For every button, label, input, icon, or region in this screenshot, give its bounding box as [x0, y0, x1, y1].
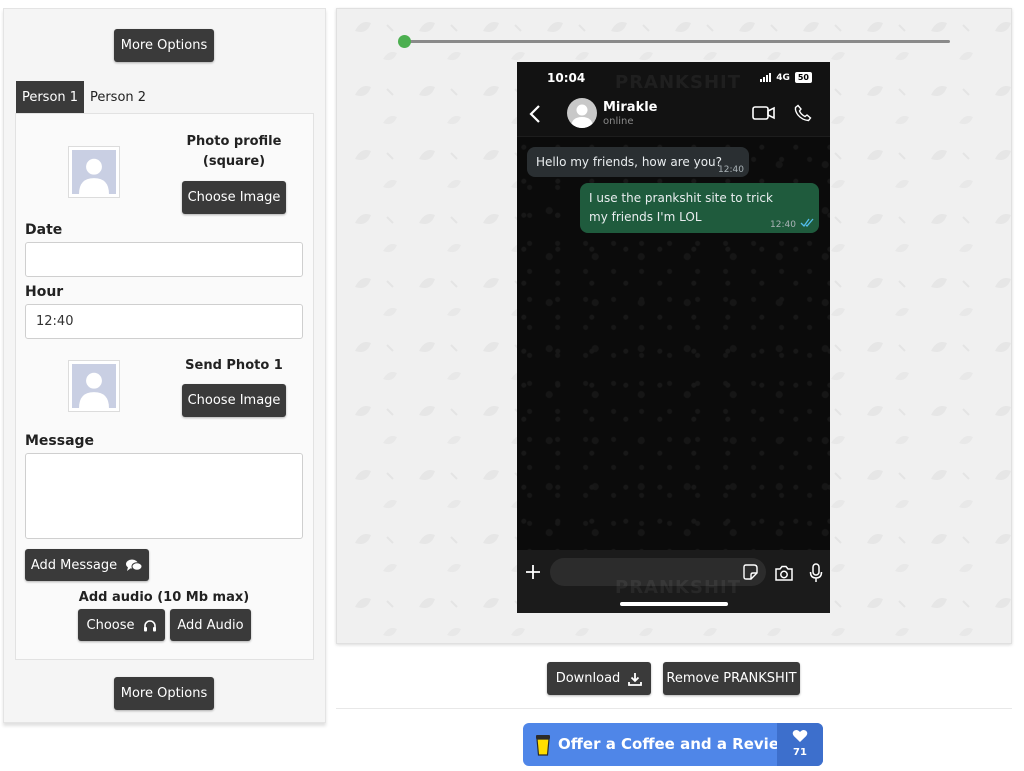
- date-input[interactable]: [25, 242, 303, 277]
- network-type: 4G: [776, 72, 790, 83]
- divider: [336, 708, 1012, 709]
- home-indicator: [620, 602, 728, 606]
- status-time: 10:04: [547, 71, 586, 85]
- download-button[interactable]: Download: [547, 662, 651, 695]
- date-label: Date: [25, 222, 63, 238]
- more-options-button-bottom[interactable]: More Options: [114, 677, 214, 710]
- phone-call-icon[interactable]: [794, 104, 812, 122]
- signal-icon: [760, 73, 772, 82]
- choose-send-photo-button[interactable]: Choose Image: [182, 384, 286, 417]
- message-label: Message: [25, 433, 95, 449]
- headphones-icon: [143, 619, 156, 631]
- choose-audio-button[interactable]: Choose: [78, 609, 165, 641]
- outgoing-message-time: 12:40: [770, 220, 796, 230]
- remove-watermark-button[interactable]: Remove PRANKSHIT: [663, 662, 800, 695]
- hour-label: Hour: [25, 284, 64, 300]
- microphone-icon[interactable]: [809, 563, 823, 583]
- outgoing-message: I use the prankshit site to trick my fri…: [580, 183, 819, 233]
- choose-profile-image-button[interactable]: Choose Image: [182, 181, 286, 214]
- heart-icon: [792, 729, 808, 742]
- double-check-icon: [800, 218, 814, 227]
- incoming-message: Hello my friends, how are you? 12:40: [527, 147, 749, 177]
- tab-person-2[interactable]: Person 2: [84, 81, 152, 114]
- offer-coffee-label: Offer a Coffee and a Review: [558, 735, 793, 753]
- download-label: Download: [555, 671, 621, 686]
- hour-input[interactable]: 12:40: [25, 304, 303, 339]
- phone-preview: 10:04 4G 50 Mirakle online Hello my frie…: [517, 62, 830, 613]
- plus-icon[interactable]: [525, 564, 541, 580]
- add-audio-label: Add audio (10 Mb max): [78, 590, 250, 605]
- chat-area: Hello my friends, how are you? 12:40 I u…: [517, 137, 830, 550]
- send-photo-label: Send Photo 1: [185, 358, 283, 373]
- tab-person-1[interactable]: Person 1: [16, 81, 84, 114]
- status-icons: 4G 50: [760, 72, 812, 83]
- contact-status: online: [603, 116, 634, 127]
- incoming-message-text: Hello my friends, how are you?: [536, 155, 723, 169]
- photo-profile-label: Photo profile (square): [186, 134, 282, 169]
- watermark-bottom: PRANKSHIT: [615, 577, 741, 598]
- chat-header: Mirakle online: [517, 92, 830, 137]
- add-message-button[interactable]: Add Message: [25, 549, 149, 581]
- offer-coffee-button[interactable]: Offer a Coffee and a Review 71: [523, 723, 823, 766]
- profile-photo-preview: [68, 146, 120, 198]
- incoming-message-time: 12:40: [718, 165, 744, 175]
- review-count: 71: [793, 747, 807, 758]
- more-options-button-top[interactable]: More Options: [114, 29, 214, 62]
- camera-icon[interactable]: [774, 565, 794, 581]
- timeline-slider-handle[interactable]: [398, 35, 411, 48]
- message-textarea[interactable]: [25, 453, 303, 539]
- chat-bubbles-icon: [126, 559, 143, 571]
- contact-name: Mirakle: [603, 100, 658, 115]
- add-audio-button[interactable]: Add Audio: [170, 609, 251, 641]
- user-silhouette-icon: [79, 158, 109, 194]
- sticker-icon[interactable]: [742, 564, 758, 580]
- battery-icon: 50: [794, 72, 812, 83]
- contact-avatar[interactable]: [567, 98, 597, 128]
- user-silhouette-icon: [571, 104, 593, 128]
- coffee-cup-icon: [536, 735, 550, 756]
- download-icon: [628, 672, 643, 686]
- send-photo-preview: [68, 360, 120, 412]
- watermark-top: PRANKSHIT: [615, 72, 741, 93]
- back-arrow-icon[interactable]: [529, 105, 541, 123]
- outgoing-message-text: I use the prankshit site to trick my fri…: [589, 191, 773, 224]
- review-counter[interactable]: 71: [777, 723, 823, 766]
- timeline-slider-track[interactable]: [403, 40, 950, 43]
- user-silhouette-icon: [79, 372, 109, 408]
- video-call-icon[interactable]: [752, 105, 776, 121]
- choose-audio-label: Choose: [86, 617, 135, 633]
- add-message-label: Add Message: [30, 557, 118, 573]
